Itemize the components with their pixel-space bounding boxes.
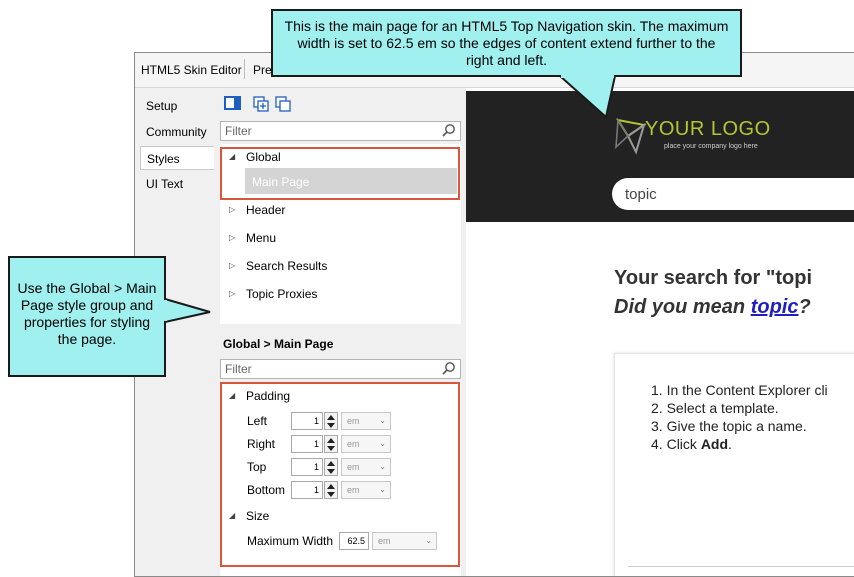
- left-callout: Use the Global > Main Page style group a…: [8, 256, 166, 377]
- left-callout-pointer: [164, 297, 211, 324]
- callout-joint: [163, 300, 167, 321]
- top-callout: This is the main page for an HTML5 Top N…: [271, 9, 742, 77]
- top-callout-pointer: [557, 75, 617, 119]
- callout-joint: [561, 74, 614, 78]
